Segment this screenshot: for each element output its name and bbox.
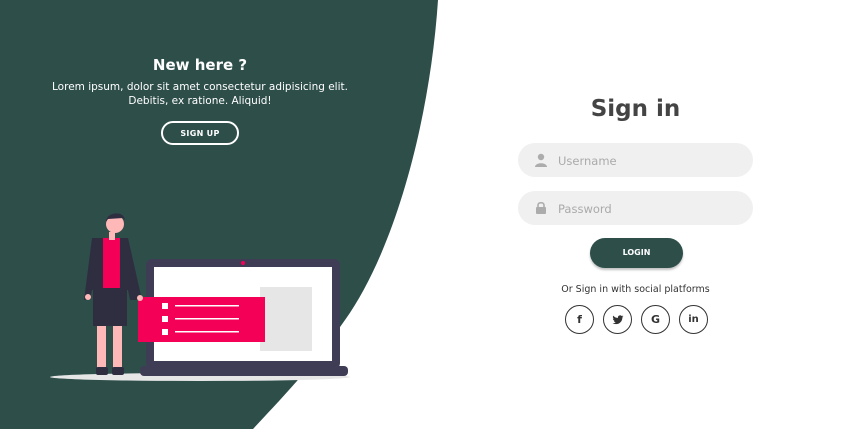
- username-field[interactable]: [518, 143, 753, 179]
- username-input[interactable]: [556, 143, 745, 179]
- password-field[interactable]: [518, 191, 753, 227]
- social-buttons: f G in: [565, 305, 710, 334]
- lock-icon: [536, 201, 546, 214]
- twitter-bird-icon: [612, 315, 623, 325]
- login-button[interactable]: LOGIN: [590, 238, 683, 268]
- linkedin-icon[interactable]: in: [679, 305, 708, 334]
- password-input[interactable]: [556, 191, 745, 227]
- google-icon[interactable]: G: [641, 305, 670, 334]
- social-signin-text: Or Sign in with social platforms: [561, 284, 710, 295]
- signin-heading: Sign in: [590, 96, 681, 122]
- facebook-icon[interactable]: f: [565, 305, 594, 334]
- twitter-icon[interactable]: [603, 305, 632, 334]
- user-icon: [535, 153, 547, 167]
